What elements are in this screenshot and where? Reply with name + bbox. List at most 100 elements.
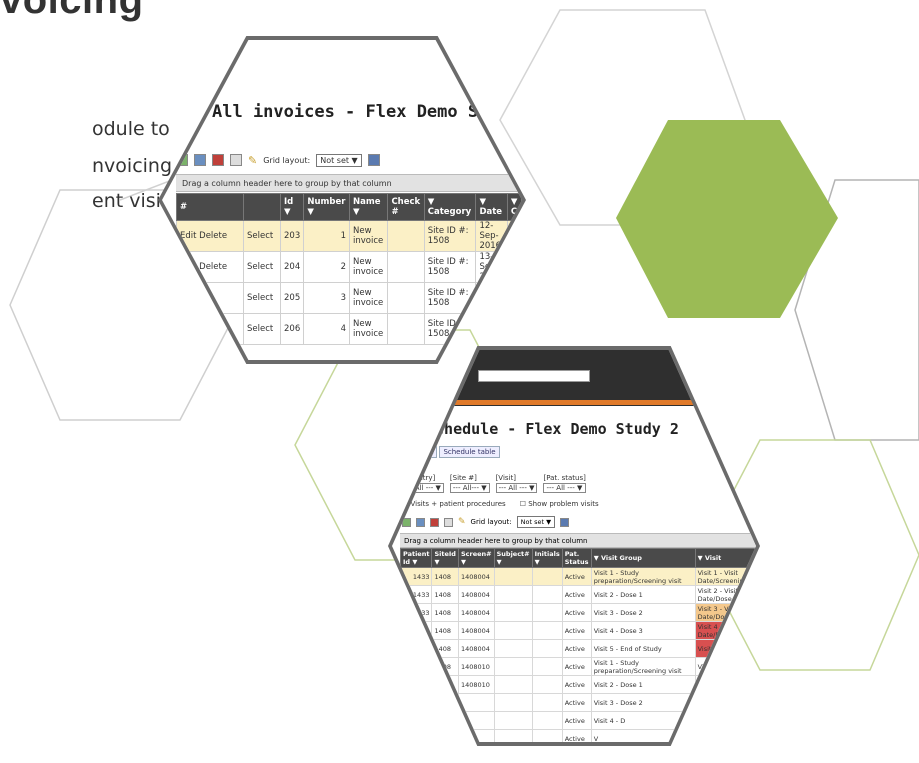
group-drag-area[interactable]: Drag a column header here to group by th… [400, 533, 756, 548]
cell-visit-group: Visit 4 - Dose 3 [590, 621, 696, 640]
cell-status: Active [561, 639, 592, 658]
filter-icon[interactable]: ✎ [458, 517, 466, 527]
cell-site: 1408 [431, 567, 459, 586]
col-header[interactable]: ▼ Visit Group [590, 548, 696, 568]
export-pdf-icon[interactable] [212, 154, 224, 166]
cell-subject [493, 675, 533, 694]
invoices-toolbar: ✎ Grid layout: Not set ▼ [176, 150, 380, 170]
table-row[interactable]: Edit Delete Select 203 1 New invoice Sit… [176, 220, 522, 252]
cell-check [387, 313, 425, 345]
cell-status: Active [561, 693, 592, 712]
save-layout-icon[interactable] [367, 154, 380, 166]
col-header[interactable]: Initials ▼ [531, 548, 563, 568]
col-header[interactable]: SiteId ▼ [431, 548, 459, 568]
schedule-toolbar: ✎ Grid layout: Not set ▼ [402, 516, 570, 528]
cell-category: Site ID #: 1508 [423, 220, 477, 252]
select-link[interactable]: Select [243, 251, 281, 283]
cell-status: Active [561, 567, 592, 586]
col-header[interactable]: Subject# ▼ [493, 548, 533, 568]
columns-icon[interactable] [230, 154, 242, 166]
cell-status: Active [561, 621, 592, 640]
cell-site: 1408 [431, 603, 459, 622]
checkbox-visits-procedures[interactable]: ☐ Visits + patient procedures [402, 500, 506, 508]
cell-visit-group: Visit 2 - Dose 1 [590, 585, 696, 604]
table-row[interactable]: 1433 1408 1408004 Active Visit 3 - Dose … [399, 603, 756, 622]
cell-subject [493, 639, 533, 658]
col-header[interactable]: # [176, 193, 244, 221]
cell-id: 206 [279, 313, 305, 345]
table-row[interactable]: 1433 1408 1408004 Active Visit 2 - Dose … [399, 585, 756, 604]
filter-icon[interactable]: ✎ [248, 154, 257, 167]
cell-initials [531, 657, 563, 676]
grid-layout-label: Grid layout: [470, 518, 512, 526]
cell-subject [493, 567, 533, 586]
select-link[interactable]: Select [243, 313, 281, 345]
cell-initials [531, 603, 563, 622]
export-word-icon[interactable] [194, 154, 206, 166]
col-header[interactable]: Id ▼ [279, 193, 305, 221]
col-header[interactable]: Name ▼ [348, 193, 389, 221]
col-header[interactable] [243, 193, 281, 221]
checkbox-problem-visits[interactable]: ☐ Show problem visits [520, 500, 599, 508]
select-link[interactable]: Select [243, 282, 281, 314]
table-row[interactable]: 1433 1408 1408004 Active Visit 4 - Dose … [399, 621, 756, 640]
cell-screen: 1408004 [457, 639, 495, 658]
save-layout-icon[interactable] [560, 517, 570, 527]
cell-visit-group: Visit 5 - End of Study [590, 639, 696, 658]
cell-initials [531, 639, 563, 658]
col-header[interactable]: Pat. Status [561, 548, 592, 568]
cell-category: Site ID #: 1508 [423, 251, 477, 283]
grid-layout-select[interactable]: Not set ▼ [516, 516, 556, 528]
cell-number: 4 [303, 313, 350, 345]
visit-select[interactable]: --- All --- ▼ [495, 483, 538, 493]
filter-label: [Visit] [495, 474, 516, 482]
cell-id: 205 [279, 282, 305, 314]
cell-check [387, 220, 425, 252]
study-dropdown[interactable] [478, 370, 590, 382]
col-header[interactable]: Patient Id ▼ [399, 548, 433, 568]
filter-label: [Site #] [449, 474, 477, 482]
cell-name: New invoice [348, 282, 389, 314]
filter-bar: [Country]--- All --- ▼ [Site #]--- All--… [402, 474, 586, 493]
tab-schedule-table[interactable]: Schedule table [439, 446, 500, 458]
cell-initials [531, 675, 563, 694]
cell-number: 2 [303, 251, 350, 283]
cell-id: 203 [279, 220, 305, 252]
table-row[interactable]: Edit Delete Select 204 2 New invoice Sit… [176, 251, 522, 283]
cell-subject [493, 621, 533, 640]
cell-subject [493, 657, 533, 676]
cell-screen: 1408010 [457, 657, 495, 676]
option-checkboxes: ☐ Visits + patient procedures ☐ Show pro… [402, 500, 599, 508]
status-select[interactable]: --- All --- ▼ [543, 483, 586, 493]
col-header[interactable]: ▼ Category [423, 193, 477, 221]
cell-name: New invoice [348, 220, 389, 252]
cell-screen: 1408004 [457, 567, 495, 586]
grid-layout-label: Grid layout: [263, 155, 311, 165]
cell-status: Active [561, 585, 592, 604]
cell-screen: 1408004 [457, 621, 495, 640]
col-header[interactable]: ▼ Date [475, 193, 508, 221]
col-header[interactable]: Screen# ▼ [457, 548, 495, 568]
table-row[interactable]: 1433 1408 1408004 Active Visit 1 - Study… [399, 567, 756, 586]
schedule-title: Schedule - Flex Demo Study 2 [426, 420, 679, 438]
checkbox-label: Visits + patient procedures [410, 500, 506, 508]
select-link[interactable]: Select [243, 220, 281, 252]
col-header[interactable]: Check # [387, 193, 425, 221]
grid-layout-select[interactable]: Not set ▼ [316, 153, 362, 167]
cell-initials [531, 621, 563, 640]
cell-name: New invoice [348, 313, 389, 345]
columns-icon[interactable] [444, 517, 453, 527]
site-select[interactable]: --- All--- ▼ [449, 483, 490, 493]
export-word-icon[interactable] [416, 517, 425, 527]
col-header[interactable]: Number ▼ [303, 193, 350, 221]
col-header[interactable]: ▼ Visit [694, 548, 756, 568]
group-drag-area[interactable]: Drag a column header here to group by th… [176, 174, 522, 192]
cell-screen: 1408004 [457, 603, 495, 622]
cell-site: 1408 [431, 621, 459, 640]
cell-id: 204 [279, 251, 305, 283]
cell-status: Active [561, 711, 592, 730]
export-pdf-icon[interactable] [430, 517, 439, 527]
cell-initials [531, 711, 563, 730]
cell-check [387, 251, 425, 283]
table-row[interactable]: 1433 1408 1408004 Active Visit 5 - End o… [399, 639, 756, 658]
